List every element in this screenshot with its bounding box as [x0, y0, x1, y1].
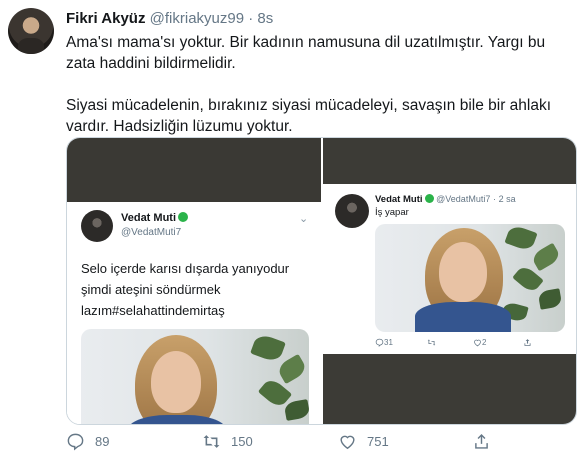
green-circle-icon: [178, 212, 189, 222]
share-icon: [475, 433, 488, 449]
embedded-actions: 31 2: [375, 338, 565, 347]
embedded-text: Selo içerde karısı dışarda yanıyodur şim…: [81, 261, 290, 318]
header-separator: ·: [248, 10, 254, 27]
author-name[interactable]: Fikri Akyüz: [66, 10, 145, 27]
tweet-paragraph-1: Ama'sı mama'sı yoktur. Bir kadının namus…: [66, 34, 546, 72]
embedded-share: [523, 338, 532, 347]
embedded-avatar: [81, 210, 113, 242]
share-button[interactable]: [472, 432, 501, 451]
embedded-tweet-right: Vedat Muti @VedatMuti7 · 2 sa İş yapar 3: [323, 184, 576, 354]
media-image-left[interactable]: Vedat Muti @VedatMuti7 ⌄ Selo içerde kar…: [67, 138, 321, 424]
tweet-body: Ama'sı mama'sı yoktur. Bir kadının namus…: [66, 32, 576, 137]
tweet-header: Fikri Akyüz @fikriakyuz99 · 8s: [66, 10, 273, 27]
reply-button[interactable]: 89: [66, 432, 109, 451]
like-count: 751: [367, 434, 389, 449]
like-button[interactable]: 751: [338, 432, 389, 451]
author-avatar[interactable]: [8, 8, 54, 54]
embedded-tweet-left: Vedat Muti @VedatMuti7 ⌄ Selo içerde kar…: [67, 202, 321, 424]
tweet-actions: 89 150 751: [66, 432, 496, 456]
chevron-down-icon: ⌄: [299, 213, 309, 225]
embedded-like: 2: [473, 338, 523, 347]
tweet-media[interactable]: Vedat Muti @VedatMuti7 ⌄ Selo içerde kar…: [66, 137, 577, 425]
like-icon: [474, 339, 481, 347]
reply-count: 89: [95, 434, 110, 449]
green-circle-icon: [424, 194, 434, 203]
tweet-paragraph-2: Siyasi mücadelenin, bırakınız siyasi müc…: [66, 97, 552, 135]
embedded-author-name: Vedat Muti: [121, 212, 189, 224]
embedded-author-name: Vedat Muti @VedatMuti7 · 2 sa: [375, 194, 516, 205]
embedded-reply: 31: [375, 338, 427, 347]
dark-band: [67, 138, 321, 202]
media-image-right[interactable]: Vedat Muti @VedatMuti7 · 2 sa İş yapar 3: [323, 138, 576, 424]
retweet-icon: [427, 339, 436, 346]
embedded-retweet: [427, 338, 473, 347]
embedded-photo: [375, 224, 565, 332]
reply-icon: [375, 338, 384, 347]
retweet-count: 150: [231, 434, 253, 449]
embedded-photo: [81, 329, 309, 424]
retweet-button[interactable]: 150: [202, 432, 253, 451]
share-icon: [524, 339, 531, 346]
author-handle[interactable]: @fikriakyuz99: [150, 10, 244, 27]
like-icon: [340, 435, 355, 450]
embedded-handle: @VedatMuti7: [121, 227, 182, 238]
embedded-avatar: [335, 194, 369, 228]
tweet-time[interactable]: 8s: [257, 10, 273, 27]
embedded-text: İş yapar: [375, 207, 409, 218]
reply-icon: [67, 433, 84, 451]
retweet-icon: [203, 435, 220, 448]
